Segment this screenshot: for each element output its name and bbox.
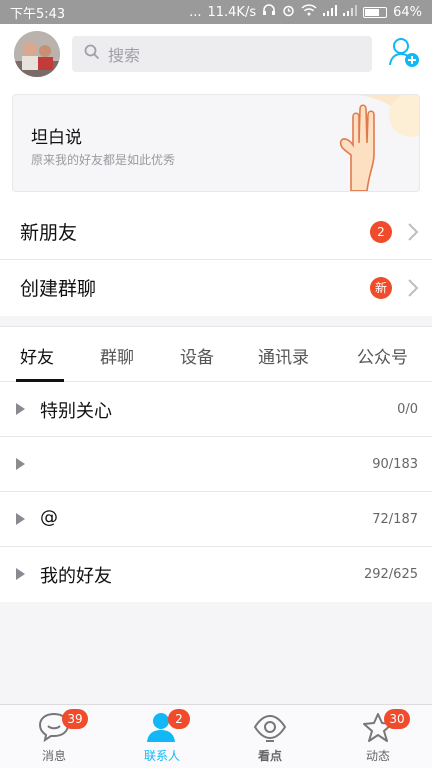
add-friend-icon[interactable] [388,36,420,68]
tab-devices[interactable]: 设备 [180,343,214,368]
battery-icon [363,6,388,18]
chevron-right-icon [406,221,420,243]
contact-tabs: 好友 群聊 设备 通讯录 公众号 [0,326,432,382]
status-indicators: ... 11.4K/s 64% [189,4,422,21]
signal-icon [343,4,358,20]
banner-title: 坦白说 [31,128,82,148]
group-row[interactable]: 90/183 [0,437,432,492]
eye-icon [253,711,287,743]
new-friends-badge: 2 [370,220,392,243]
banner-card[interactable]: 坦白说 原来我的好友都是如此优秀 [12,94,420,192]
contacts-badge: 2 [168,709,190,729]
avatar[interactable] [14,31,60,77]
tab-official-accounts[interactable]: 公众号 [357,343,408,368]
expand-arrow-icon [16,458,25,470]
hand-illustration [323,95,419,191]
tab-address-book[interactable]: 通讯录 [258,343,309,368]
group-count: 90/183 [372,457,418,472]
status-time: 下午5:43 [10,6,66,22]
group-name: 我的好友 [40,566,112,587]
create-group-label: 创建群聊 [20,278,97,300]
group-row[interactable]: 特别关心 0/0 [0,382,432,437]
nav-contacts[interactable]: 2 联系人 [108,705,216,768]
header: 搜索 [0,24,432,84]
chevron-right-icon [406,277,420,299]
expand-arrow-icon [16,403,25,415]
group-name: @ [40,507,58,528]
network-speed: 11.4K/s [207,4,257,20]
search-placeholder: 搜索 [108,46,141,65]
new-friends-label: 新朋友 [20,222,78,244]
group-row[interactable]: @ 72/187 [0,492,432,547]
group-row[interactable]: 我的好友 292/625 [0,547,432,602]
nav-messages-label: 消息 [41,749,66,763]
tab-groups[interactable]: 群聊 [100,343,134,368]
friend-groups: 特别关心 0/0 90/183 @ 72/187 我的好友 292/625 [0,382,432,602]
status-dots: ... [189,4,202,20]
nav-feed[interactable]: 30 动态 [324,705,432,768]
group-name: 特别关心 [40,401,112,422]
create-group-badge: 新 [369,276,392,299]
expand-arrow-icon [16,568,25,580]
nav-contacts-label: 联系人 [143,749,180,763]
nav-feed-label: 动态 [365,749,390,763]
battery-percent: 64% [393,4,422,20]
bottom-navigation: 39 消息 2 联系人 看点 30 动态 [0,704,432,768]
status-bar: 下午5:43 ... 11.4K/s 64% [0,0,432,24]
nav-discover[interactable]: 看点 [216,705,324,768]
banner-subtitle: 原来我的好友都是如此优秀 [31,153,176,167]
group-count: 72/187 [372,512,418,527]
banner-section: 坦白说 原来我的好友都是如此优秀 [0,84,432,204]
search-icon [84,44,100,64]
alarm-icon [282,4,295,21]
wifi-icon [301,4,317,20]
tab-friends[interactable]: 好友 [20,343,54,368]
nav-messages[interactable]: 39 消息 [0,705,108,768]
headphone-icon [262,4,276,20]
new-friends-row[interactable]: 新朋友 2 [0,204,432,259]
signal-icon [323,4,338,20]
create-group-row[interactable]: 创建群聊 新 [0,260,432,315]
search-input[interactable]: 搜索 [72,36,372,72]
expand-arrow-icon [16,513,25,525]
messages-badge: 39 [62,709,88,729]
group-count: 292/625 [363,567,418,582]
nav-discover-label: 看点 [257,749,282,763]
feed-badge: 30 [384,709,410,729]
action-list: 新朋友 2 创建群聊 新 [0,204,432,316]
group-count: 0/0 [397,402,418,417]
